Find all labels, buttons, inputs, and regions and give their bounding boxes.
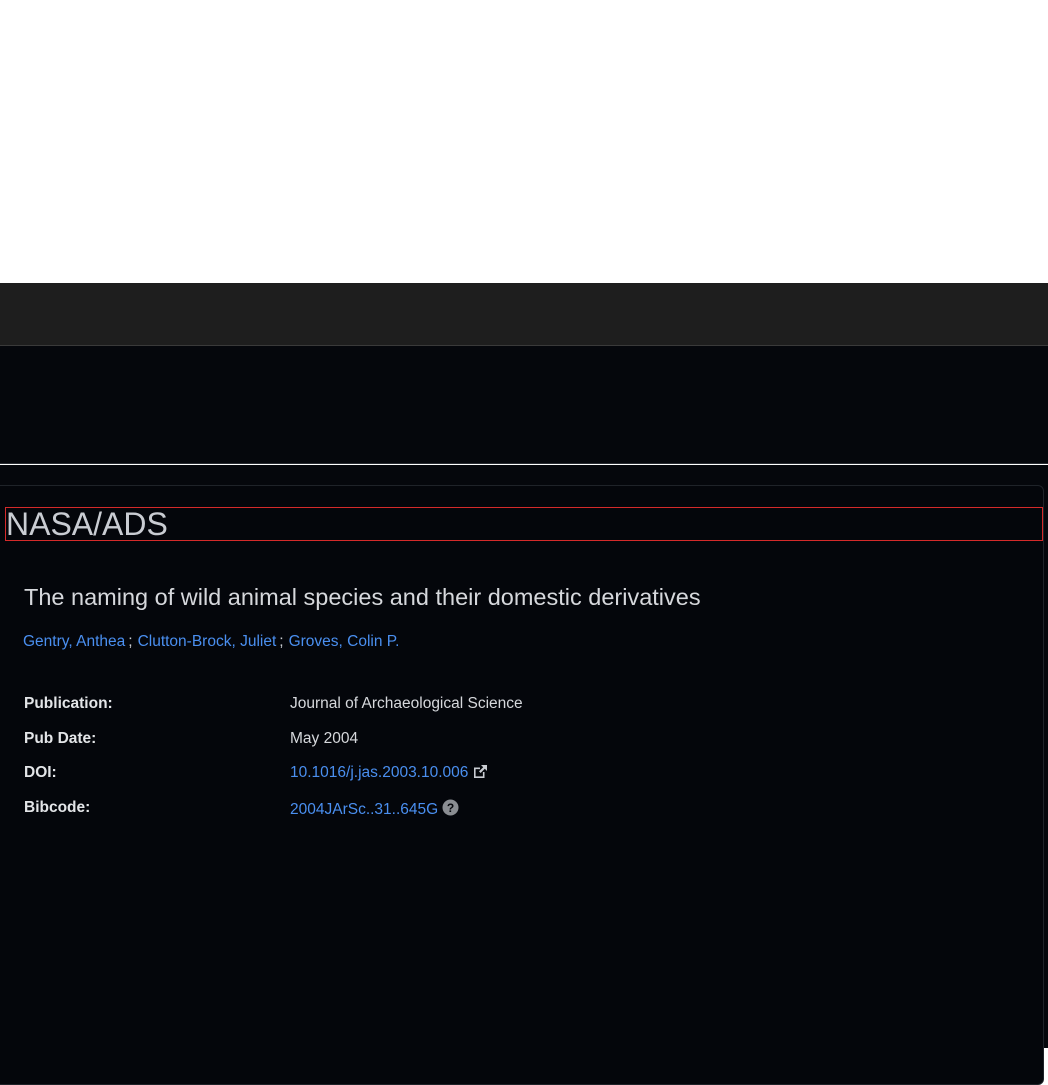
publication-label: Publication: xyxy=(24,695,113,712)
external-link-icon[interactable] xyxy=(472,764,488,784)
publication-value: Journal of Archaeological Science xyxy=(290,695,523,712)
article-metadata: Publication: Journal of Archaeological S… xyxy=(24,693,724,831)
top-navigation-bar xyxy=(0,283,1048,346)
author-link[interactable]: Gentry, Anthea xyxy=(23,633,125,650)
pub-date-value: May 2004 xyxy=(290,729,359,747)
author-list: Gentry, Anthea; Clutton-Brock, Juliet; Gro… xyxy=(23,632,399,652)
doi-label: DOI: xyxy=(24,764,57,781)
doi-link[interactable]: 10.1016/j.jas.2003.10.006 xyxy=(290,764,468,781)
author-separator: ; xyxy=(128,633,133,650)
bibcode-value[interactable]: 2004JArSc..31..645G? xyxy=(290,799,459,821)
publication-row: Publication: Journal of Archaeological S… xyxy=(24,693,724,728)
header-band xyxy=(0,346,1048,464)
question-circle-icon[interactable]: ? xyxy=(442,799,459,821)
bibcode-row: Bibcode: 2004JArSc..31..645G? xyxy=(24,797,724,832)
svg-text:?: ? xyxy=(447,800,454,814)
blank-top-area xyxy=(0,0,1048,283)
pub-date-label: Pub Date: xyxy=(24,729,97,747)
doi-row: DOI: 10.1016/j.jas.2003.10.006 xyxy=(24,762,724,797)
bibcode-link[interactable]: 2004JArSc..31..645G xyxy=(290,801,438,818)
author-link[interactable]: Clutton-Brock, Juliet xyxy=(138,633,277,650)
author-link[interactable]: Groves, Colin P. xyxy=(289,633,400,650)
pub-date-row: Pub Date: May 2004 xyxy=(24,728,724,763)
brand-title: NASA/ADS xyxy=(5,507,1043,541)
bibcode-label: Bibcode: xyxy=(24,798,91,816)
article-title: The naming of wild animal species and th… xyxy=(24,584,701,610)
doi-value[interactable]: 10.1016/j.jas.2003.10.006 xyxy=(290,764,488,784)
author-separator: ; xyxy=(279,633,284,650)
